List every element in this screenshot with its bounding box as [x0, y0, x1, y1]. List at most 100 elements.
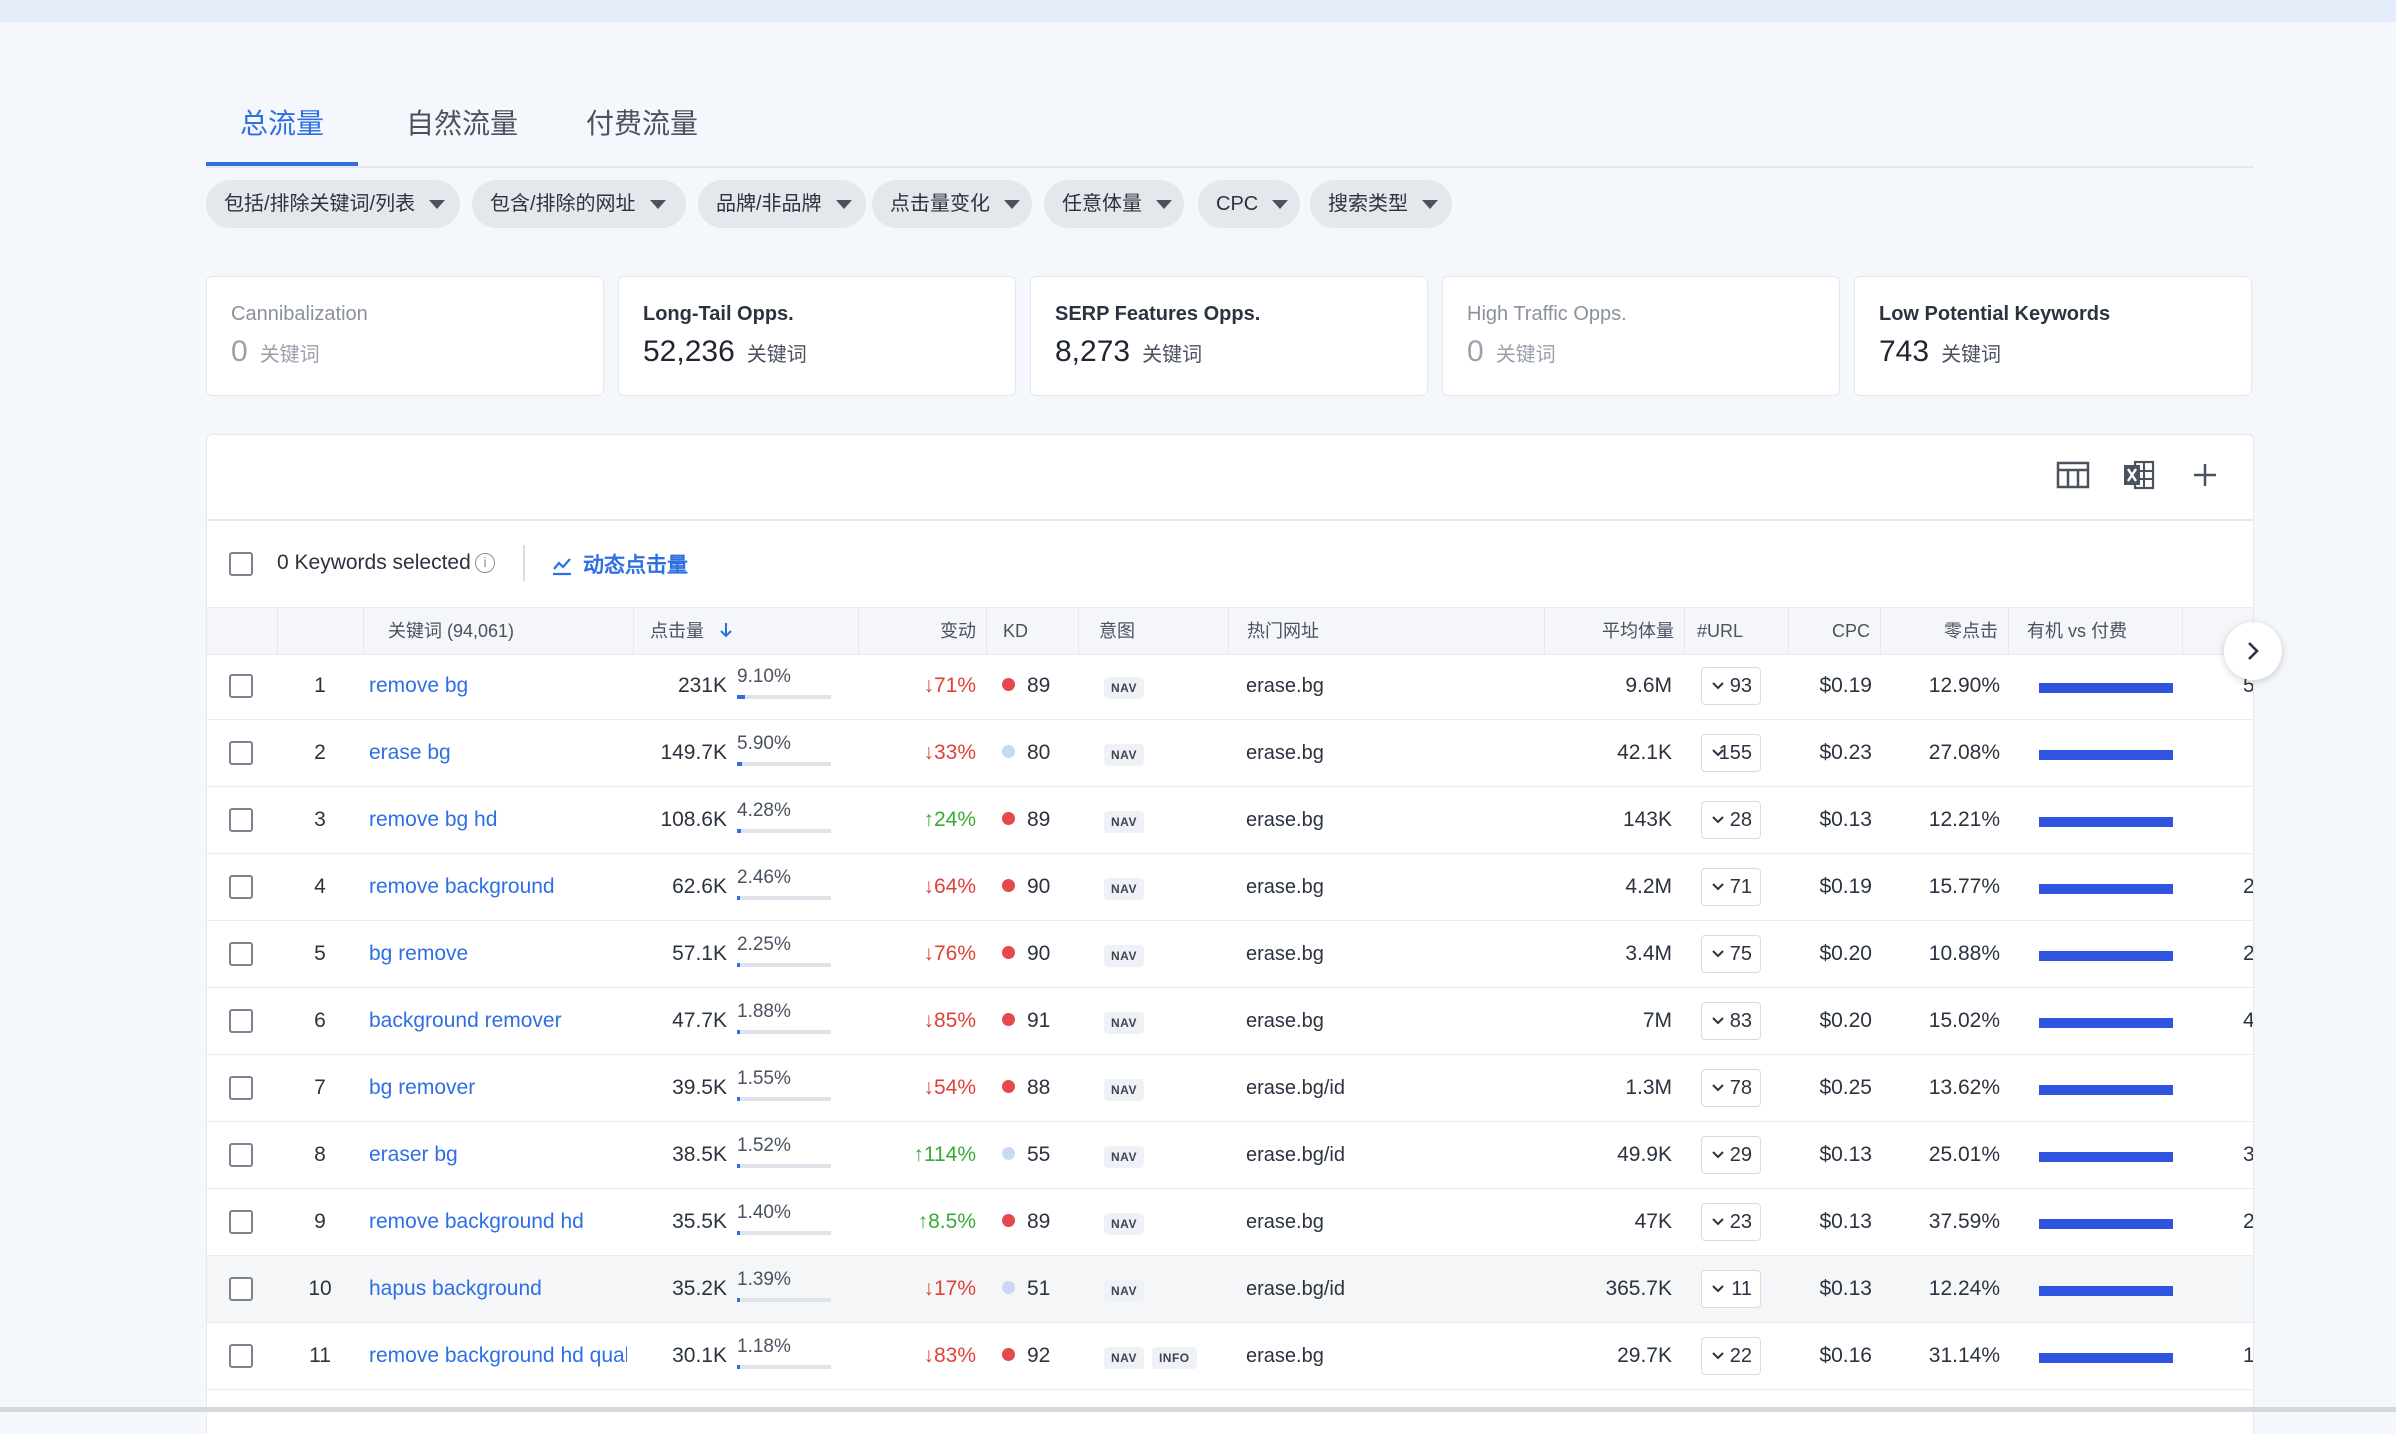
- row-checkbox[interactable]: [229, 942, 253, 966]
- top-url[interactable]: erase.bg: [1246, 921, 1536, 987]
- card-long-tail[interactable]: Long-Tail Opps. 52,236 关键词: [618, 276, 1016, 396]
- header-organic-vs-paid[interactable]: 有机 vs 付费: [2008, 608, 2182, 654]
- organic-vs-paid-bar: [2039, 1018, 2173, 1028]
- row-checkbox[interactable]: [229, 875, 253, 899]
- keyword-link[interactable]: bg remove: [369, 921, 627, 987]
- table-row[interactable]: 6 background remover 47.7K 1.88% ↓85% 91…: [207, 988, 2253, 1055]
- keyword-link[interactable]: remove background hd: [369, 1189, 627, 1255]
- table-row[interactable]: 5 bg remove 57.1K 2.25% ↓76% 90 NAV eras…: [207, 921, 2253, 988]
- top-url[interactable]: erase.bg/id: [1246, 1256, 1536, 1322]
- top-url[interactable]: erase.bg: [1246, 653, 1536, 719]
- header-change[interactable]: 变动: [858, 608, 986, 654]
- keyword-link[interactable]: hapus background: [369, 1256, 627, 1322]
- top-url[interactable]: erase.bg: [1246, 787, 1536, 853]
- table-row[interactable]: 11 remove background hd quality 30.1K 1.…: [207, 1323, 2253, 1390]
- row-checkbox[interactable]: [229, 1210, 253, 1234]
- table-row[interactable]: 9 remove background hd 35.5K 1.40% ↑8.5%…: [207, 1189, 2253, 1256]
- card-high-traffic[interactable]: High Traffic Opps. 0 关键词: [1442, 276, 1840, 396]
- header-intent[interactable]: 意图: [1078, 608, 1228, 654]
- plus-icon[interactable]: [2185, 455, 2225, 495]
- row-checkbox[interactable]: [229, 741, 253, 765]
- keyword-link[interactable]: remove background: [369, 854, 627, 920]
- keyword-link[interactable]: remove bg: [369, 653, 627, 719]
- table-row[interactable]: 8 eraser bg 38.5K 1.52% ↑114% 55 NAV era…: [207, 1122, 2253, 1189]
- keyword-link[interactable]: remove bg hd: [369, 787, 627, 853]
- share-bar-fill: [737, 762, 743, 766]
- header-kd[interactable]: KD: [986, 608, 1078, 654]
- row-index: 5: [314, 942, 326, 965]
- url-count-dropdown[interactable]: 22: [1701, 1337, 1761, 1375]
- info-icon[interactable]: i: [475, 553, 495, 573]
- header-cpc[interactable]: CPC: [1788, 608, 1880, 654]
- card-serp-features[interactable]: SERP Features Opps. 8,273 关键词: [1030, 276, 1428, 396]
- tab-paid-traffic[interactable]: 付费流量: [566, 84, 718, 164]
- header-top-url[interactable]: 热门网址: [1228, 608, 1544, 654]
- url-count-dropdown[interactable]: 28: [1701, 801, 1761, 839]
- clicks-share: 9.10%: [737, 666, 791, 687]
- url-count-dropdown[interactable]: 93: [1701, 667, 1761, 705]
- select-all-checkbox[interactable]: [229, 552, 253, 576]
- excel-icon[interactable]: [2119, 455, 2159, 495]
- table-row[interactable]: 10 hapus background 35.2K 1.39% ↓17% 51 …: [207, 1256, 2253, 1323]
- tab-total-traffic[interactable]: 总流量: [206, 84, 358, 166]
- url-count-dropdown[interactable]: 23: [1701, 1203, 1761, 1241]
- row-checkbox[interactable]: [229, 1009, 253, 1033]
- url-count-dropdown[interactable]: 71: [1701, 868, 1761, 906]
- filter-urls[interactable]: 包含/排除的网址: [472, 180, 686, 228]
- card-cannibalization[interactable]: Cannibalization 0 关键词: [206, 276, 604, 396]
- filter-keywords[interactable]: 包括/排除关键词/列表: [206, 180, 460, 228]
- zero-click-value: 37.59%: [1928, 1210, 2000, 1233]
- url-count-dropdown[interactable]: 11: [1701, 1270, 1761, 1308]
- card-low-potential[interactable]: Low Potential Keywords 743 关键词: [1854, 276, 2252, 396]
- top-url[interactable]: erase.bg: [1246, 854, 1536, 920]
- dynamic-clicks-button[interactable]: 动态点击量: [551, 549, 688, 579]
- header-clicks[interactable]: 点击量: [633, 608, 858, 654]
- table-row[interactable]: 4 remove background 62.6K 2.46% ↓64% 90 …: [207, 854, 2253, 921]
- row-checkbox[interactable]: [229, 1277, 253, 1301]
- keyword-link[interactable]: bg remover: [369, 1055, 627, 1121]
- top-url[interactable]: erase.bg/id: [1246, 1122, 1536, 1188]
- header-keyword[interactable]: 关键词 (94,061): [363, 608, 633, 654]
- table-row[interactable]: 2 erase bg 149.7K 5.90% ↓33% 80 NAV eras…: [207, 720, 2253, 787]
- filter-click-change[interactable]: 点击量变化: [872, 180, 1032, 228]
- url-count-dropdown[interactable]: 78: [1701, 1069, 1761, 1107]
- zero-click-value: 13.62%: [1928, 1076, 2000, 1099]
- table-row[interactable]: 1 remove bg 231K 9.10% ↓71% 89 NAV erase…: [207, 653, 2253, 720]
- top-url[interactable]: erase.bg: [1246, 988, 1536, 1054]
- top-url[interactable]: erase.bg: [1246, 1189, 1536, 1255]
- card-value: 0 关键词: [1467, 335, 1556, 369]
- top-url[interactable]: erase.bg: [1246, 1323, 1536, 1389]
- filter-brand[interactable]: 品牌/非品牌: [698, 180, 866, 228]
- header-zero-click[interactable]: 零点击: [1880, 608, 2008, 654]
- columns-icon[interactable]: [2053, 455, 2093, 495]
- url-count-dropdown[interactable]: 29: [1701, 1136, 1761, 1174]
- row-checkbox[interactable]: [229, 1076, 253, 1100]
- header-volume[interactable]: 平均体量: [1544, 608, 1684, 654]
- filter-volume[interactable]: 任意体量: [1044, 180, 1184, 228]
- tab-organic-traffic[interactable]: 自然流量: [386, 84, 538, 164]
- url-count-dropdown[interactable]: 75: [1701, 935, 1761, 973]
- intent-badge: NAV: [1104, 1079, 1144, 1101]
- url-count-dropdown[interactable]: 83: [1701, 1002, 1761, 1040]
- row-checkbox[interactable]: [229, 808, 253, 832]
- next-column-value: [2243, 787, 2253, 853]
- top-url[interactable]: erase.bg/id: [1246, 1055, 1536, 1121]
- row-checkbox[interactable]: [229, 1143, 253, 1167]
- zero-click-value: 31.14%: [1928, 1344, 2000, 1367]
- row-checkbox[interactable]: [229, 674, 253, 698]
- row-checkbox[interactable]: [229, 1344, 253, 1368]
- table-row[interactable]: 3 remove bg hd 108.6K 4.28% ↑24% 89 NAV …: [207, 787, 2253, 854]
- filter-cpc[interactable]: CPC: [1198, 180, 1300, 228]
- table-row[interactable]: 7 bg remover 39.5K 1.55% ↓54% 88 NAV era…: [207, 1055, 2253, 1122]
- scroll-right-button[interactable]: [2224, 622, 2282, 680]
- url-count-dropdown[interactable]: 155: [1701, 734, 1761, 772]
- filter-search-type[interactable]: 搜索类型: [1310, 180, 1452, 228]
- keyword-link[interactable]: background remover: [369, 988, 627, 1054]
- header-url-count[interactable]: #URL: [1684, 608, 1788, 654]
- volume-value: 42.1K: [1617, 741, 1672, 764]
- keyword-link[interactable]: erase bg: [369, 720, 627, 786]
- keyword-link[interactable]: eraser bg: [369, 1122, 627, 1188]
- top-url[interactable]: erase.bg: [1246, 720, 1536, 786]
- clicks-value: 30.1K: [672, 1344, 727, 1367]
- keyword-link[interactable]: remove background hd quality: [369, 1323, 627, 1389]
